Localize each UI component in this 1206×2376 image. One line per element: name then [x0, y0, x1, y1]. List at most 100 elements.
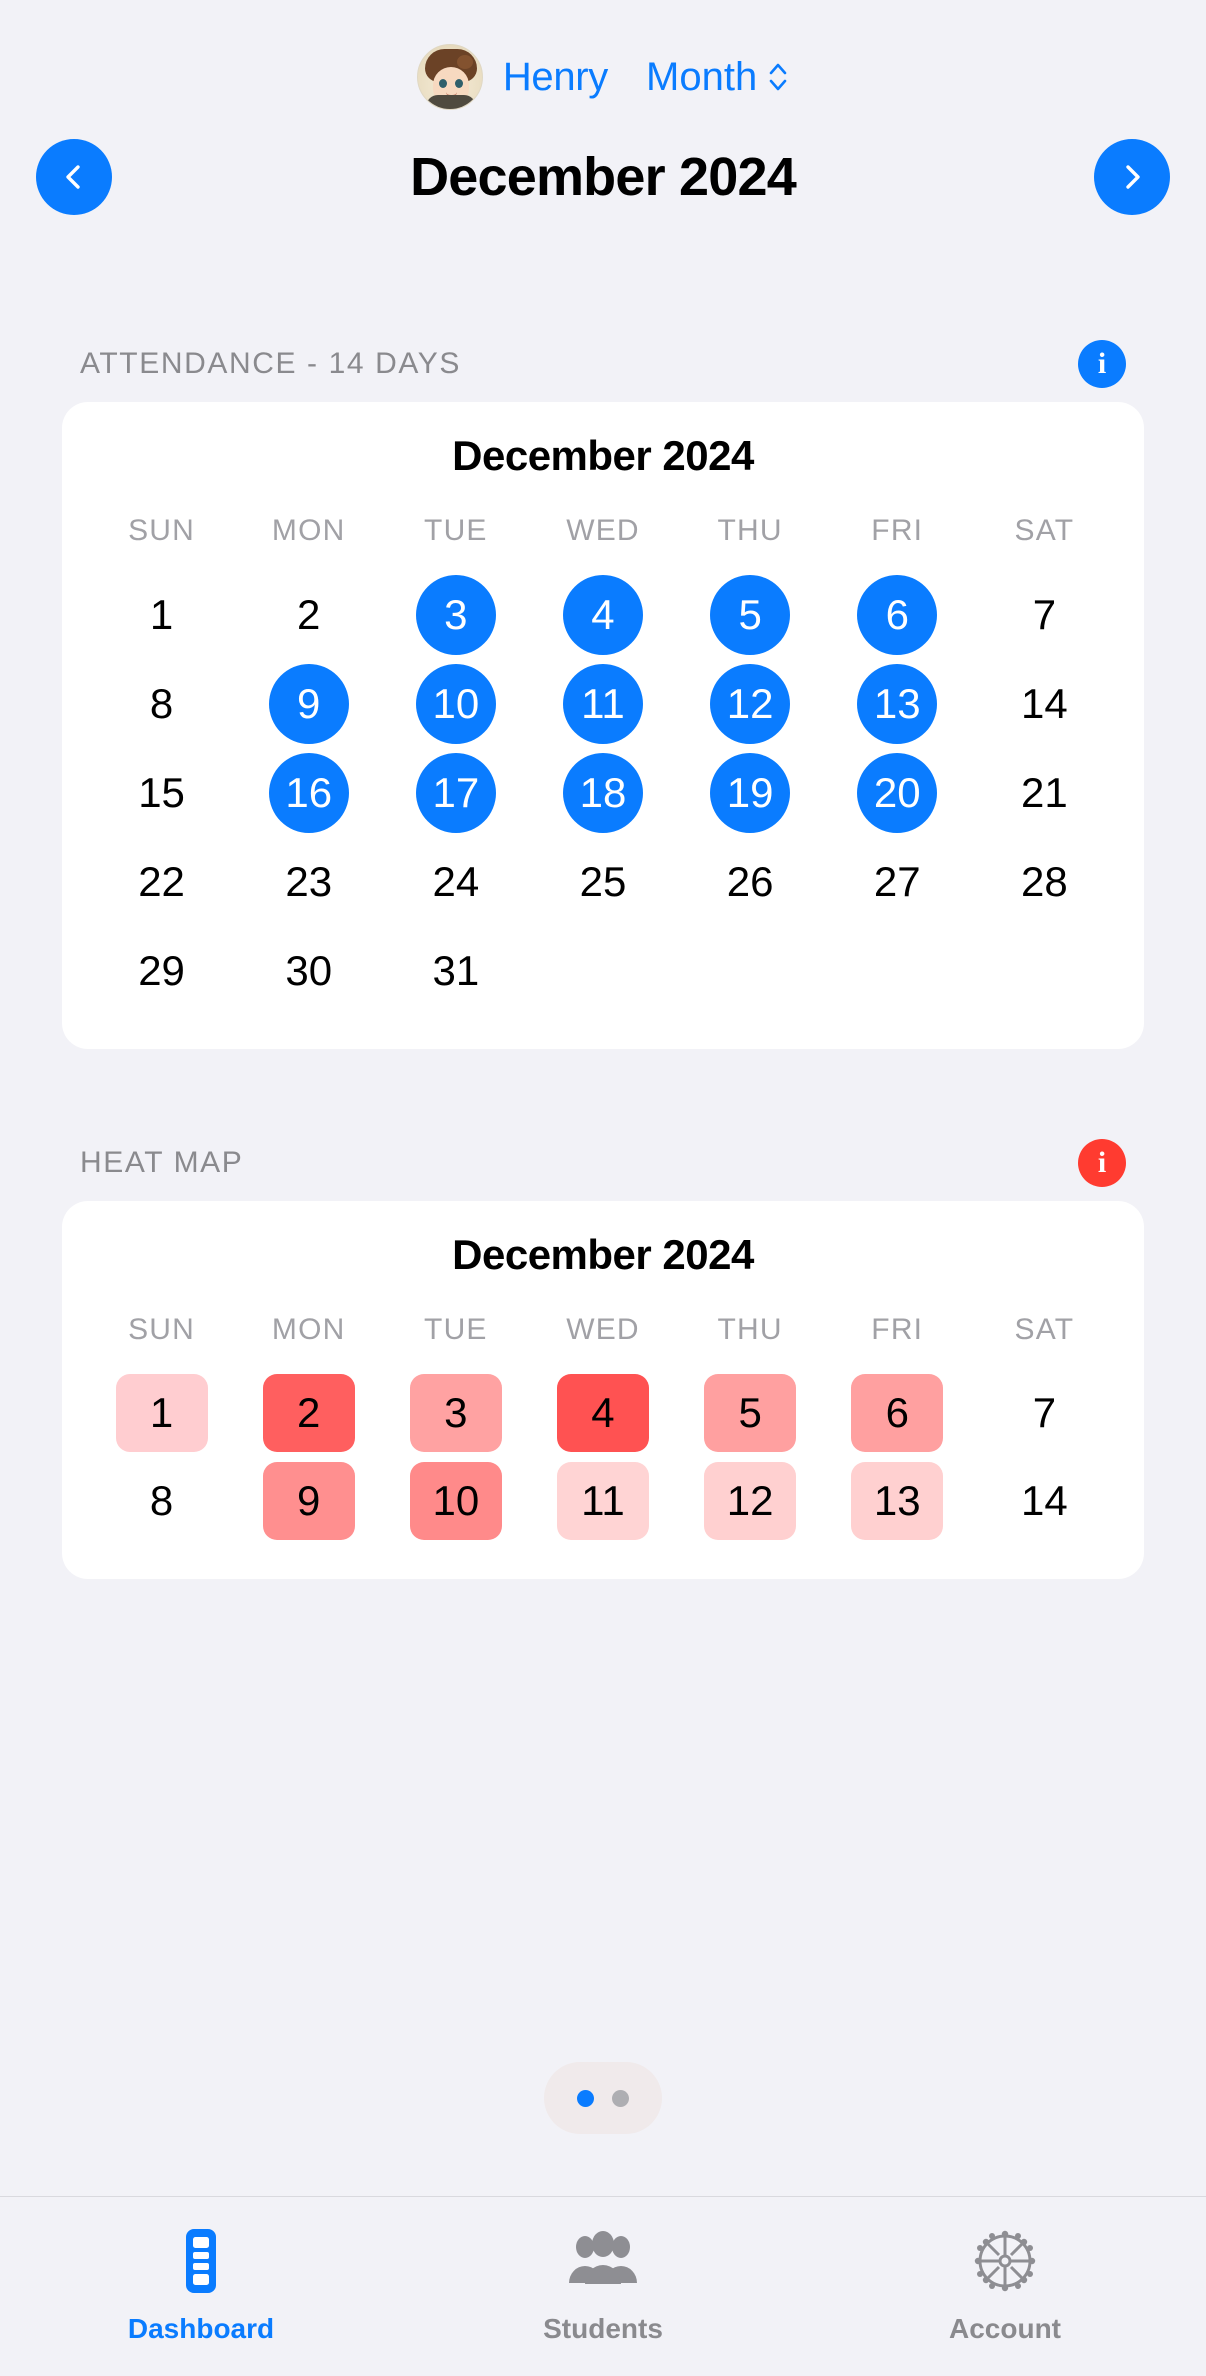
prev-month-button[interactable]	[36, 139, 112, 215]
attendance-day-present: 4	[562, 574, 643, 655]
attendance-day-present: 20	[857, 752, 938, 833]
page-title: December 2024	[410, 147, 797, 207]
attendance-day-absent: 31	[432, 946, 480, 994]
heatmap-weekday-tue: TUE	[424, 1313, 488, 1346]
tab-dashboard[interactable]: Dashboard	[0, 2223, 402, 2345]
attendance-day-cell[interactable]: 28	[971, 837, 1118, 926]
attendance-day-cell[interactable]: 24	[382, 837, 529, 926]
tab-dashboard-label: Dashboard	[127, 2313, 275, 2344]
attendance-day-cell[interactable]: 8	[88, 659, 235, 748]
attendance-day-cell[interactable]: 15	[88, 748, 235, 837]
attendance-day-cell[interactable]: 1	[88, 570, 235, 659]
attendance-day-present: 13	[857, 663, 938, 744]
attendance-day-present: 9	[268, 663, 349, 744]
heatmap-weekday-fri: FRI	[871, 1313, 924, 1346]
period-selector[interactable]: Month	[646, 57, 789, 97]
attendance-day-present: 18	[562, 752, 643, 833]
next-month-button[interactable]	[1094, 139, 1170, 215]
heatmap-day-cell[interactable]: 13	[824, 1457, 971, 1545]
tab-students[interactable]: Students	[402, 2223, 804, 2345]
heatmap-day-value: 8	[149, 1477, 174, 1524]
attendance-day-cell[interactable]: 21	[971, 748, 1118, 837]
heatmap-weekday-sun: SUN	[128, 1313, 196, 1346]
attendance-day-cell[interactable]: 19	[677, 748, 824, 837]
attendance-day-cell[interactable]: 25	[529, 837, 676, 926]
dashboard-icon	[172, 2223, 230, 2299]
heatmap-day-cell[interactable]: 4	[529, 1369, 676, 1457]
page-indicator-dot[interactable]	[612, 2089, 629, 2107]
attendance-weekday-sat: SAT	[1014, 514, 1075, 547]
heatmap-weekday-wed: WED	[566, 1313, 640, 1346]
attendance-day-cell[interactable]: 10	[382, 659, 529, 748]
attendance-day-grid: 1 2 3 4 5 6 7 8 9 10 11 12 13 14 15 16 17 18 19 20 21 22 23 24 2…	[88, 570, 1118, 1015]
heatmap-day-cell[interactable]: 5	[677, 1369, 824, 1457]
attendance-day-present: 16	[268, 752, 349, 833]
attendance-day-present: 19	[710, 752, 791, 833]
attendance-day-cell[interactable]: 5	[677, 570, 824, 659]
attendance-day-cell[interactable]: 3	[382, 570, 529, 659]
avatar[interactable]	[416, 44, 483, 110]
heatmap-section: HEAT MAP i December 2024 SUN MON TUE WED THU…	[0, 1125, 1206, 1579]
tab-account[interactable]: Account	[804, 2223, 1206, 2345]
heatmap-day-cell[interactable]: 12	[677, 1457, 824, 1545]
heatmap-card-title: December 2024	[452, 1231, 754, 1278]
chevron-up-down-icon	[769, 63, 787, 91]
heatmap-day-cell[interactable]: 11	[529, 1457, 676, 1545]
page-indicator-dot[interactable]	[577, 2089, 594, 2107]
top-bar: Henry Month	[0, 0, 1206, 112]
attendance-day-absent: 28	[1021, 857, 1068, 905]
attendance-day-cell[interactable]: 17	[382, 748, 529, 837]
attendance-day-absent: 2	[297, 590, 321, 638]
attendance-day-cell[interactable]: 13	[824, 659, 971, 748]
heatmap-day-cell[interactable]: 8	[88, 1457, 235, 1545]
attendance-day-cell[interactable]: 6	[824, 570, 971, 659]
attendance-weekday-mon: MON	[271, 514, 346, 547]
heatmap-section-header: HEAT MAP i	[62, 1125, 1144, 1201]
attendance-day-cell[interactable]: 4	[529, 570, 676, 659]
attendance-day-cell[interactable]: 2	[235, 570, 382, 659]
attendance-day-cell[interactable]: 18	[529, 748, 676, 837]
attendance-day-cell[interactable]: 9	[235, 659, 382, 748]
heatmap-day-cell[interactable]: 14	[971, 1457, 1118, 1545]
attendance-day-cell[interactable]: 14	[971, 659, 1118, 748]
attendance-weekday-tue: TUE	[424, 514, 488, 547]
heatmap-day-cell[interactable]: 3	[382, 1369, 529, 1457]
heatmap-weekday-mon: MON	[271, 1313, 346, 1346]
attendance-day-cell[interactable]: 11	[529, 659, 676, 748]
attendance-day-cell[interactable]: 27	[824, 837, 971, 926]
attendance-day-present: 10	[415, 663, 496, 744]
attendance-day-absent: 21	[1021, 768, 1068, 816]
attendance-day-cell[interactable]: 7	[971, 570, 1118, 659]
heatmap-day-cell[interactable]: 2	[235, 1369, 382, 1457]
attendance-day-absent: 7	[1032, 590, 1057, 638]
user-chip[interactable]: Henry	[416, 44, 608, 110]
heatmap-day-cell[interactable]: 7	[971, 1369, 1118, 1457]
attendance-day-cell[interactable]: 26	[677, 837, 824, 926]
heatmap-info-button[interactable]: i	[1078, 1139, 1126, 1187]
attendance-day-cell[interactable]: 12	[677, 659, 824, 748]
heatmap-weekday-sat: SAT	[1014, 1313, 1075, 1346]
attendance-day-absent: 22	[138, 857, 185, 905]
attendance-day-absent: 23	[285, 857, 333, 905]
heatmap-day-cell[interactable]: 6	[824, 1369, 971, 1457]
attendance-day-cell[interactable]: 30	[235, 926, 382, 1015]
attendance-day-cell	[824, 926, 971, 1015]
heatmap-day-value: 14	[1021, 1477, 1068, 1524]
heatmap-day-value: 5	[704, 1374, 797, 1452]
page-indicator[interactable]	[544, 2062, 662, 2134]
attendance-section: ATTENDANCE - 14 DAYS i December 2024 SUN…	[0, 326, 1206, 1049]
tab-students-label: Students	[543, 2313, 663, 2344]
attendance-info-button[interactable]: i	[1078, 340, 1126, 388]
heatmap-day-cell[interactable]: 9	[235, 1457, 382, 1545]
heatmap-day-value: 3	[409, 1374, 502, 1452]
attendance-day-cell[interactable]: 23	[235, 837, 382, 926]
heatmap-day-value: 10	[409, 1462, 502, 1540]
heatmap-day-cell[interactable]: 1	[88, 1369, 235, 1457]
attendance-day-cell[interactable]: 16	[235, 748, 382, 837]
attendance-day-cell[interactable]: 29	[88, 926, 235, 1015]
attendance-day-cell[interactable]: 31	[382, 926, 529, 1015]
attendance-day-cell[interactable]: 22	[88, 837, 235, 926]
month-navigator: December 2024	[0, 112, 1206, 242]
heatmap-day-cell[interactable]: 10	[382, 1457, 529, 1545]
attendance-day-cell[interactable]: 20	[824, 748, 971, 837]
